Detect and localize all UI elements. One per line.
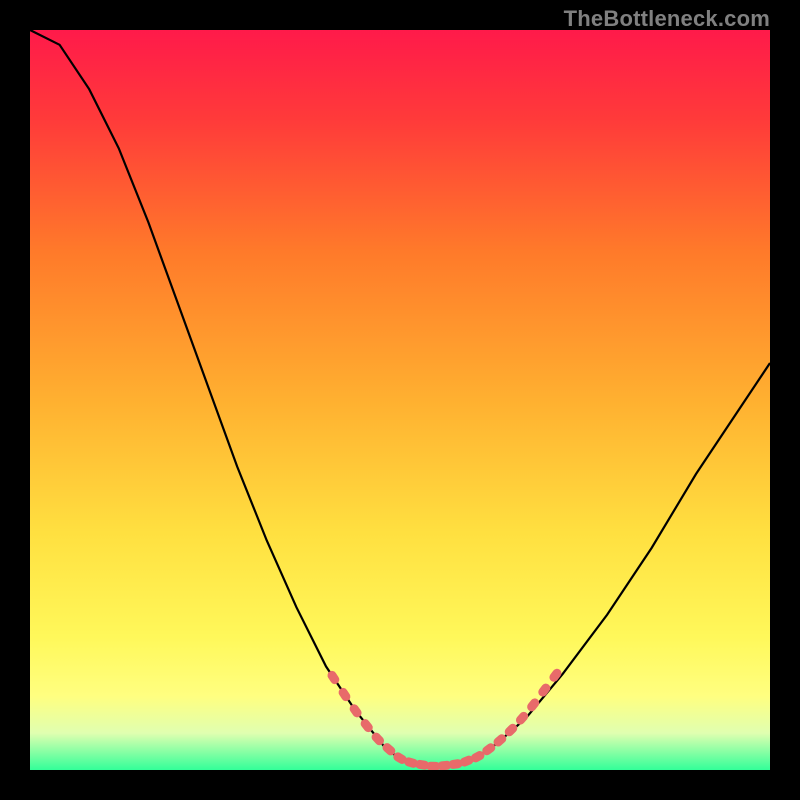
gradient-background bbox=[30, 30, 770, 770]
chart-frame: TheBottleneck.com bbox=[0, 0, 800, 800]
plot-area bbox=[30, 30, 770, 770]
chart-svg bbox=[30, 30, 770, 770]
watermark-text: TheBottleneck.com bbox=[564, 6, 770, 32]
